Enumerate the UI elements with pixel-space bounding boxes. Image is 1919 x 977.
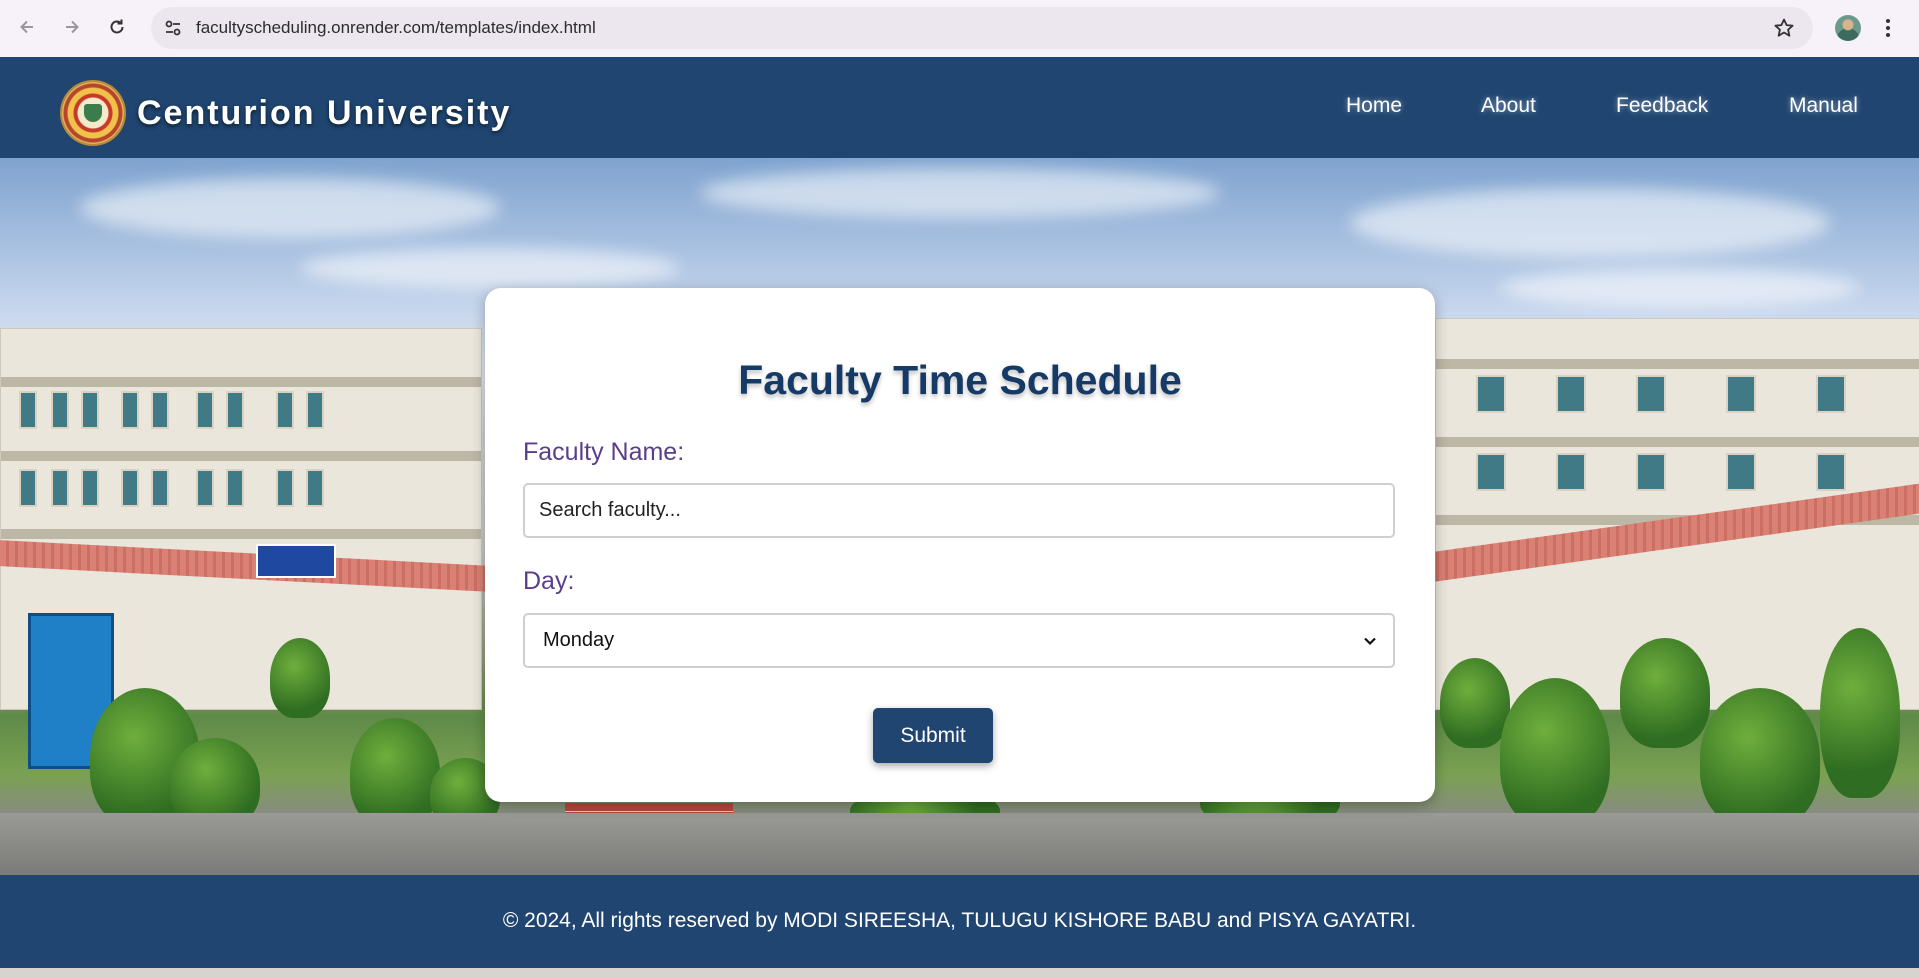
logo-emblem — [84, 104, 102, 122]
site-settings-icon[interactable] — [163, 18, 183, 38]
nav-feedback-link[interactable]: Feedback — [1616, 94, 1708, 118]
university-logo[interactable] — [62, 82, 124, 144]
site-footer: © 2024, All rights reserved by MODI SIRE… — [0, 875, 1919, 968]
building-sign — [256, 544, 336, 578]
day-select-value: Monday — [543, 629, 615, 651]
address-bar[interactable]: facultyscheduling.onrender.com/templates… — [151, 7, 1813, 49]
day-select[interactable]: Monday — [523, 613, 1395, 668]
site-header: Centurion University Home About Feedback… — [0, 57, 1919, 158]
profile-avatar[interactable] — [1835, 15, 1861, 41]
forward-arrow-icon[interactable] — [59, 14, 85, 40]
back-arrow-icon[interactable] — [14, 14, 40, 40]
day-label: Day: — [523, 567, 575, 595]
schedule-form-card: Faculty Time Schedule Faculty Name: Day:… — [485, 288, 1435, 802]
faculty-search-input[interactable] — [523, 483, 1395, 538]
bookmark-star-icon[interactable] — [1773, 17, 1795, 39]
reload-icon[interactable] — [104, 14, 130, 40]
page-bottom-edge — [0, 968, 1919, 977]
browser-toolbar: facultyscheduling.onrender.com/templates… — [0, 0, 1919, 57]
form-title: Faculty Time Schedule — [738, 357, 1182, 403]
submit-button[interactable]: Submit — [873, 708, 993, 763]
chevron-down-icon — [1364, 637, 1376, 645]
nav-manual-link[interactable]: Manual — [1789, 94, 1858, 118]
faculty-name-label: Faculty Name: — [523, 438, 685, 466]
nav-about-link[interactable]: About — [1481, 94, 1536, 118]
url-text[interactable]: facultyscheduling.onrender.com/templates… — [196, 7, 596, 49]
copyright-text: © 2024, All rights reserved by MODI SIRE… — [502, 909, 1417, 932]
nav-home-link[interactable]: Home — [1346, 94, 1402, 118]
menu-kebab-icon[interactable] — [1884, 16, 1892, 40]
brand-name[interactable]: Centurion University — [137, 91, 511, 135]
